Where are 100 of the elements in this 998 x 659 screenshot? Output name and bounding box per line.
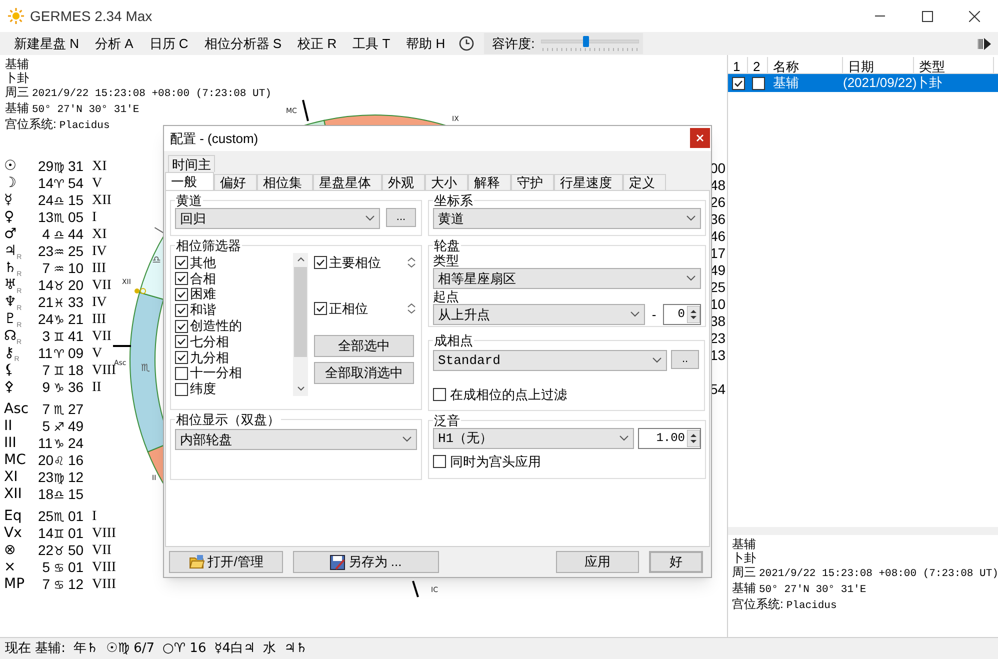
spin-arrows-icon[interactable] (407, 256, 416, 270)
zodiac-sign: ♑ (54, 312, 66, 328)
planet-symbol: ⊗ (4, 541, 16, 560)
dropdown[interactable]: 内部轮盘 (175, 428, 417, 450)
spin-field[interactable]: 0 (663, 304, 701, 325)
planet-symbol: ☿ (4, 191, 13, 210)
checkbox[interactable] (433, 388, 446, 402)
dropdown[interactable]: Standard (433, 350, 667, 371)
checkbox[interactable] (732, 76, 744, 90)
checkbox[interactable] (752, 76, 764, 90)
spin-arrows-icon (687, 304, 700, 324)
checkbox[interactable] (175, 351, 188, 364)
minute-value: 27 (68, 400, 85, 419)
planet-symbol: Vx (4, 524, 22, 543)
menu-item[interactable]: 新建星盘 N (6, 34, 87, 54)
minute-value: 12 (68, 575, 85, 594)
checkbox[interactable] (433, 455, 446, 468)
degree-value: 23 (38, 243, 54, 259)
checkbox[interactable] (175, 272, 188, 286)
tab[interactable]: 一般 (165, 172, 214, 190)
tab[interactable]: 相位集 (257, 174, 313, 190)
tab[interactable]: 大小 (425, 174, 468, 190)
dialog-button[interactable]: 应用 (556, 551, 639, 574)
degree-value: 23 (38, 469, 54, 485)
info-label: 宫位系统: (5, 117, 56, 131)
minute-value: 50 (68, 541, 85, 560)
minute-value: 09 (68, 344, 85, 363)
checkbox[interactable] (175, 382, 188, 396)
tab[interactable]: 星盘星体 (313, 174, 382, 190)
tab[interactable]: 偏好 (214, 174, 257, 190)
spin-field[interactable]: 1.00 (638, 428, 701, 449)
more-button[interactable]: .. (671, 350, 699, 369)
checkbox[interactable] (314, 302, 327, 316)
checkbox[interactable] (175, 288, 188, 301)
zodiac-sign: ♍ (53, 470, 66, 486)
more-button[interactable]: ... (386, 208, 416, 227)
house-value: III (92, 311, 106, 329)
tab[interactable]: 时间主 (168, 154, 215, 172)
chart-list-row[interactable]: 基辅 (2021/09/22)卜卦 (728, 74, 998, 92)
tolerance-slider[interactable] (540, 34, 639, 52)
dropdown[interactable]: 从上升点 (433, 304, 645, 325)
tab[interactable]: 守护 (511, 174, 554, 190)
action-button[interactable]: 全部选中 (314, 334, 414, 357)
column-header[interactable]: 类型 (914, 57, 994, 73)
slider-thumb[interactable] (583, 36, 590, 46)
sun-icon (8, 8, 24, 24)
column-header[interactable]: 1 (728, 57, 748, 73)
tab[interactable]: 解释 (468, 174, 511, 190)
menu-item[interactable]: 帮助 H (398, 34, 454, 54)
dropdown[interactable]: 黄道 (433, 208, 701, 229)
house-value: IV (92, 243, 107, 261)
checkbox[interactable] (175, 335, 188, 348)
degree-value: 7 (42, 401, 50, 417)
checkbox[interactable] (175, 304, 188, 317)
tab[interactable]: 行星速度 (554, 174, 623, 190)
menu-item[interactable]: 相位分析器 S (196, 34, 290, 54)
field-label: 类型 (433, 252, 460, 268)
dropdown[interactable]: 相等星座扇区 (433, 268, 701, 289)
menu-item[interactable]: 分析 A (87, 34, 142, 54)
info-label: 宫位系统: (732, 597, 784, 611)
scroll-thumb[interactable] (294, 266, 307, 357)
column-header[interactable]: 日期 (843, 57, 914, 73)
checkbox[interactable] (175, 366, 188, 380)
action-button[interactable]: 全部取消选中 (314, 362, 414, 384)
checkbox[interactable] (175, 256, 188, 270)
arrow-right-icon[interactable] (978, 38, 992, 50)
column-header[interactable]: 2 (748, 57, 768, 73)
dialog-button[interactable]: 打开/管理 (169, 551, 283, 574)
status-item: ○♈ 16 (162, 640, 206, 658)
mc-line (302, 100, 309, 122)
checkbox-label: 和谐 (190, 303, 216, 318)
status-item: 水 (263, 640, 276, 658)
tab[interactable]: 定义 (623, 174, 666, 190)
info-label: 基辅 (5, 57, 29, 71)
group-title: 相位显示（双盘） (175, 412, 281, 427)
column-header[interactable]: 名称 (768, 57, 843, 73)
info-value: Placidus (786, 599, 837, 613)
menu-item[interactable]: 日历 C (141, 34, 196, 54)
checkbox[interactable] (175, 320, 188, 333)
menu-item[interactable]: 校正 R (290, 34, 345, 54)
dialog-button[interactable]: 好 (649, 551, 703, 574)
degree-value: 25 (38, 508, 54, 524)
degree-value: 7 (42, 576, 50, 592)
dropdown[interactable]: 回归 (175, 208, 380, 229)
minute-value: 12 (68, 468, 85, 487)
planet-symbol: MC (4, 451, 26, 470)
checkbox-label: 正相位 (329, 300, 369, 318)
checkbox-label: 创造性的 (190, 319, 242, 334)
planet-symbol: ♇ (4, 310, 17, 329)
close-button[interactable] (690, 128, 710, 148)
dialog-button[interactable]: 另存为 ... (293, 551, 439, 574)
spin-arrows-icon[interactable] (407, 302, 416, 316)
degree-value: 5 (42, 418, 50, 434)
tab[interactable]: 外观 (382, 174, 425, 190)
menu-item[interactable]: 工具 T (344, 34, 398, 54)
dropdown[interactable]: H1（无） (433, 428, 634, 449)
clock-icon[interactable] (459, 36, 474, 51)
degree-value: 22 (38, 542, 54, 558)
scrollbar[interactable] (293, 252, 308, 396)
checkbox[interactable] (314, 256, 327, 270)
